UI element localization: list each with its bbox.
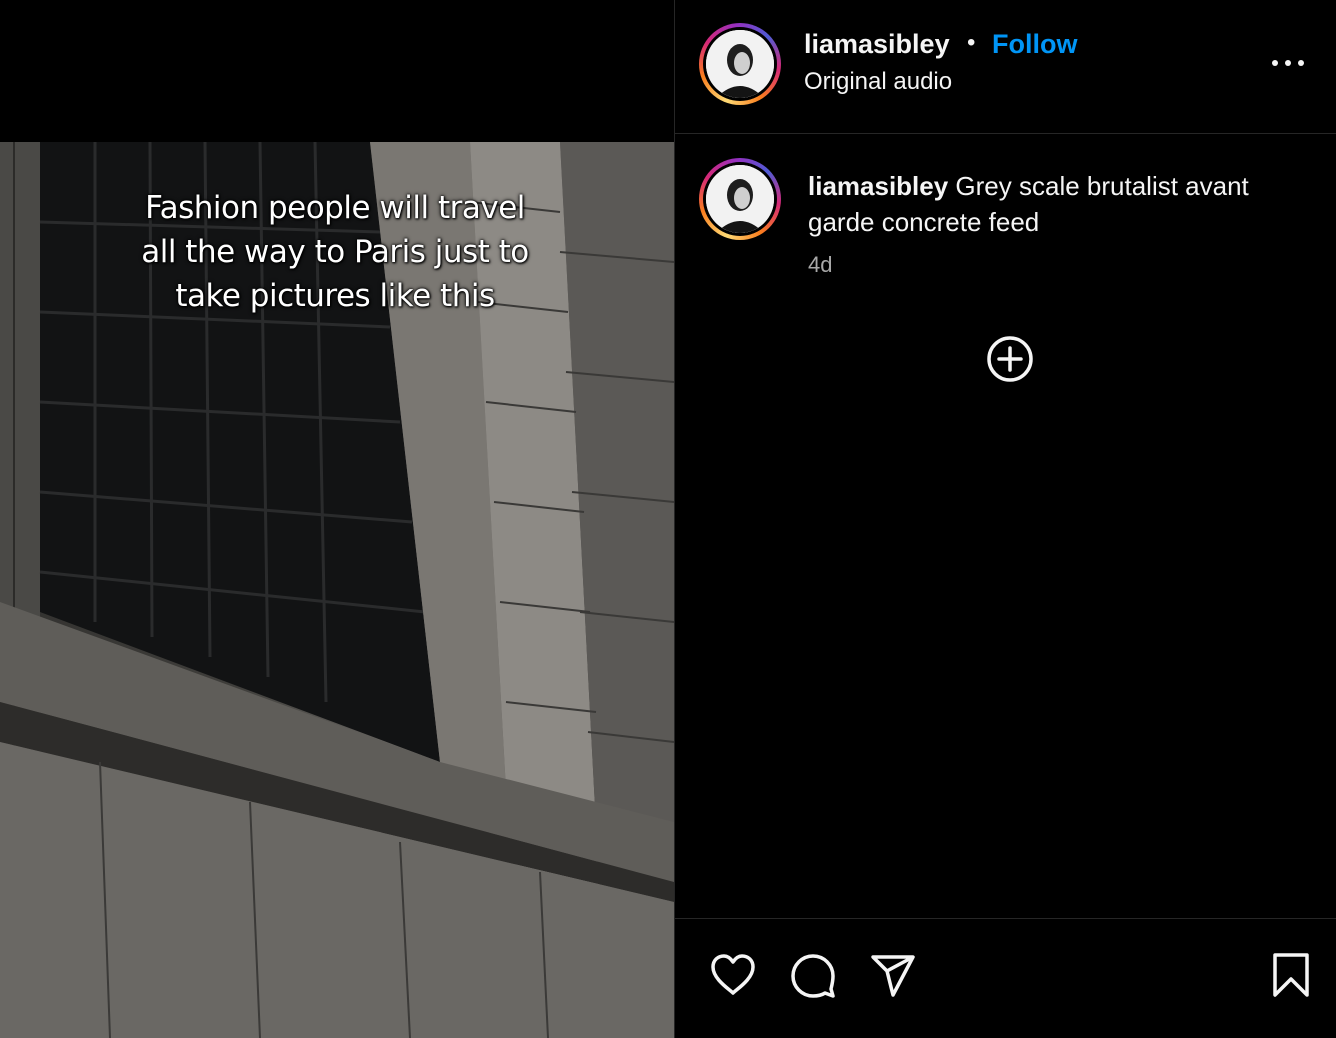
video-caption-overlay: Fashion people will travel all the way t…: [141, 190, 529, 314]
more-options-icon[interactable]: [1263, 44, 1313, 80]
separator-dot: •: [967, 29, 976, 56]
profile-photo: [706, 165, 774, 233]
media-pane: Fashion people will travel all the way t…: [0, 0, 674, 1038]
reel-viewer: Fashion people will travel all the way t…: [0, 0, 1336, 1038]
post-sidebar: liamasibley • Follow Original audio liam…: [674, 0, 1336, 1038]
post-timestamp[interactable]: 4d: [808, 252, 832, 278]
post-header: liamasibley • Follow Original audio: [675, 0, 1336, 134]
comment-icon[interactable]: [787, 949, 839, 1001]
heart-icon[interactable]: [707, 949, 759, 1001]
load-more-comments-icon[interactable]: [985, 334, 1035, 384]
profile-photo: [706, 30, 774, 98]
video-player[interactable]: Fashion people will travel all the way t…: [0, 142, 674, 1038]
username-link[interactable]: liamasibley: [804, 29, 950, 60]
avatar[interactable]: [699, 23, 781, 105]
bookmark-icon[interactable]: [1265, 949, 1317, 1001]
action-bar: [675, 918, 1336, 1038]
share-icon[interactable]: [867, 949, 919, 1001]
post-caption: liamasibley Grey scale brutalist avant g…: [808, 168, 1288, 240]
audio-link[interactable]: Original audio: [804, 68, 952, 96]
caption-avatar[interactable]: [699, 158, 781, 240]
follow-button[interactable]: Follow: [992, 29, 1077, 60]
caption-username-link[interactable]: liamasibley: [808, 171, 948, 201]
